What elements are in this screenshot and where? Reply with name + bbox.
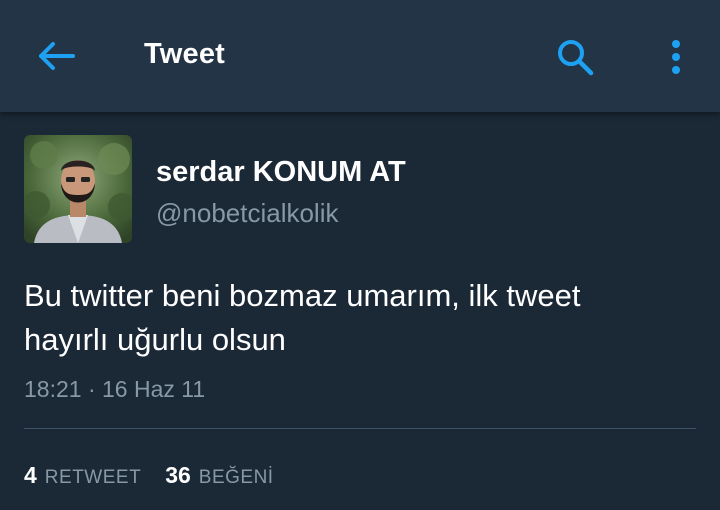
retweet-label: RETWEET	[44, 467, 142, 488]
search-button[interactable]	[550, 34, 600, 80]
divider	[24, 428, 696, 429]
like-stat[interactable]: 36 BEĞENİ	[165, 462, 273, 489]
retweet-stat[interactable]: 4 RETWEET	[24, 462, 141, 489]
arrow-left-icon	[39, 42, 75, 70]
tweet-text: Bu twitter beni bozmaz umarım, ilk tweet…	[24, 274, 694, 362]
retweet-count: 4	[24, 462, 37, 488]
like-label: BEĞENİ	[198, 467, 274, 488]
author-name[interactable]: serdar KONUM AT	[156, 156, 406, 189]
back-button[interactable]	[30, 34, 82, 78]
more-options-button[interactable]	[656, 34, 696, 80]
tweet-text-line: hayırlı uğurlu olsun	[24, 322, 286, 357]
avatar[interactable]	[24, 135, 132, 243]
tweet-timestamp: 18:21 · 16 Haz 11	[24, 376, 206, 402]
like-count: 36	[165, 462, 191, 488]
search-icon	[558, 40, 594, 76]
tweet-stats: 4 RETWEET 36 BEĞENİ	[24, 462, 298, 489]
tweet-text-line: Bu twitter beni bozmaz umarım, ilk tweet	[24, 278, 581, 313]
author-handle[interactable]: @nobetcialkolik	[156, 198, 338, 229]
more-vertical-icon	[672, 40, 680, 74]
app-bar: Tweet	[0, 0, 720, 112]
page-title: Tweet	[144, 38, 226, 70]
